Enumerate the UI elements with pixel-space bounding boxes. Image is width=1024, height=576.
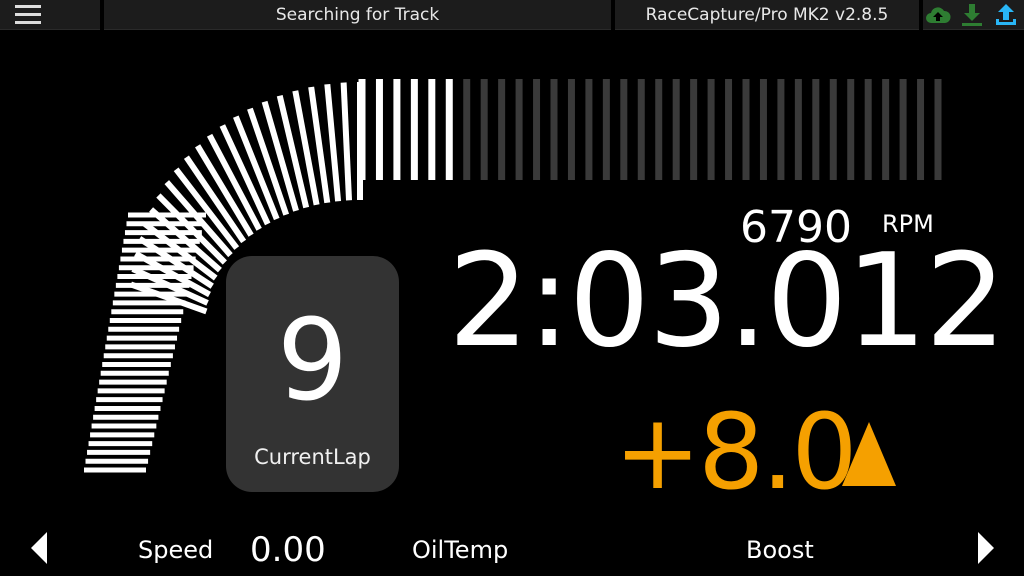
speed-label: Speed: [138, 536, 214, 564]
upload-icon[interactable]: [993, 2, 1019, 28]
menu-icon[interactable]: [15, 5, 41, 25]
device-version-text: RaceCapture/Pro MK2 v2.8.5: [645, 5, 889, 25]
device-segment: RaceCapture/Pro MK2 v2.8.5: [615, 0, 919, 30]
speed-value: 0.00: [250, 530, 326, 570]
current-lap-label: CurrentLap: [254, 445, 371, 469]
next-arrow-icon[interactable]: [976, 532, 996, 564]
lap-delta: +8.0: [614, 391, 858, 513]
status-icons-segment: [923, 0, 1024, 30]
current-lap-number: 9: [276, 296, 349, 426]
download-icon[interactable]: [959, 2, 985, 28]
tach-segment: [324, 83, 342, 202]
delta-up-arrow-icon: [842, 422, 896, 486]
previous-arrow-icon[interactable]: [29, 532, 49, 564]
cloud-upload-icon[interactable]: [925, 2, 951, 28]
current-lap-panel: 9 CurrentLap: [226, 256, 399, 492]
top-bar: Searching for Track RaceCapture/Pro MK2 …: [0, 0, 1024, 30]
status-segment: Searching for Track: [104, 0, 611, 30]
lap-time: 2:03.012: [448, 227, 1006, 376]
track-status-text: Searching for Track: [275, 5, 440, 25]
boost-label: Boost: [746, 536, 814, 564]
menu-segment: [0, 0, 100, 30]
oiltemp-label: OilTemp: [412, 536, 509, 564]
tach-segment: [340, 82, 353, 201]
